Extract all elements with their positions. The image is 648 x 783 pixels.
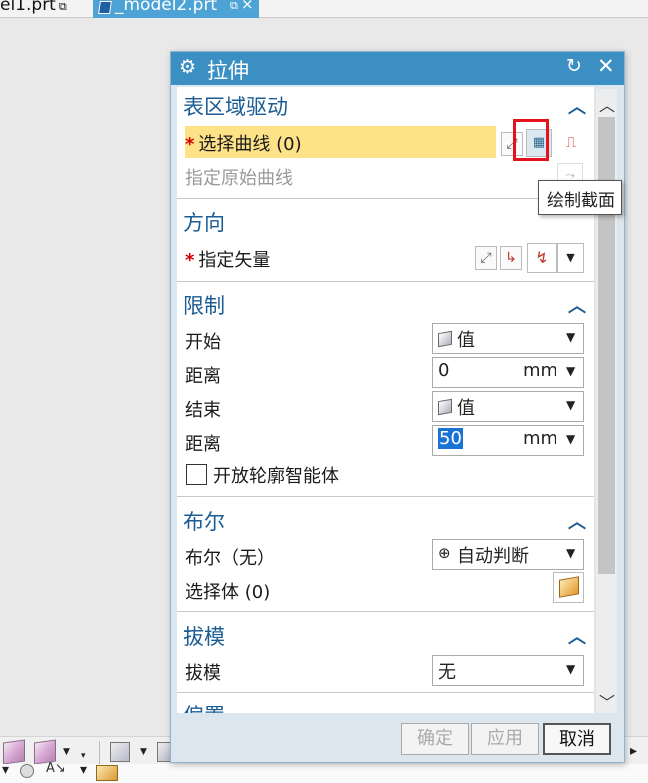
chevron-down-icon: ▼	[566, 398, 576, 412]
scroll-up-icon[interactable]: ︿	[599, 92, 615, 116]
chevron-down-icon: ▼	[566, 662, 576, 676]
tab-model2-label: _model2.prt	[115, 0, 218, 15]
distance1-input[interactable]: 0 mm ▼	[432, 357, 584, 388]
toolbar-divider	[99, 741, 100, 765]
collapse-icon[interactable]: ︿	[568, 93, 586, 119]
section-title-direction[interactable]: 方向	[183, 207, 225, 237]
end-value: 值	[457, 398, 475, 419]
collapse-icon[interactable]: ︿	[568, 623, 586, 649]
distance1-label: 距离	[185, 366, 221, 387]
section-draft: 拔模 ︿ 拔模 无 ▼	[177, 613, 594, 693]
gear-icon[interactable]: ⚙	[179, 56, 196, 78]
section-title-limits[interactable]: 限制	[183, 290, 225, 320]
end-label: 结束	[185, 400, 221, 421]
file-tab-strip: el1.prt ⧉ _model2.prt ⧉ ×	[0, 0, 648, 18]
boolean-label: 布尔（无）	[185, 548, 275, 569]
feature-icon[interactable]	[96, 765, 118, 781]
select-body-label[interactable]: 选择体 (0)	[185, 578, 270, 604]
reset-icon[interactable]: ↻	[566, 55, 582, 77]
shaded-view-icon[interactable]	[3, 739, 25, 765]
inferred-vector-icon[interactable]: ↯	[527, 243, 557, 273]
part-file-icon	[98, 1, 112, 14]
required-star-icon: *	[185, 134, 195, 155]
chevron-down-icon: ▼	[566, 330, 576, 344]
ok-button[interactable]: 确定	[401, 723, 469, 755]
section-boolean: 布尔 ︿ 布尔（无） ⊕ 自动判断 ▼ 选择体 (0)	[177, 498, 594, 612]
section-title-offset[interactable]: 偏置	[183, 700, 225, 713]
open-profile-checkbox[interactable]	[186, 464, 207, 485]
distance2-value[interactable]: 50	[438, 428, 463, 449]
dropdown-arrow-icon[interactable]: ▼	[140, 747, 147, 757]
dropdown-arrow-icon[interactable]: ▾	[80, 762, 87, 778]
popout-icon[interactable]: ⧉	[230, 0, 238, 13]
boolean-dropdown[interactable]: ⊕ 自动判断 ▼	[432, 539, 584, 570]
collapse-icon[interactable]: ︿	[568, 292, 586, 318]
auto-infer-icon: ⊕	[438, 544, 451, 562]
chevron-down-icon[interactable]: ▼	[566, 432, 575, 446]
tool-icon[interactable]: ▾	[2, 762, 9, 778]
tab-model1[interactable]: el1.prt ⧉	[0, 0, 71, 17]
close-icon[interactable]: ✕	[597, 54, 615, 78]
section-title-boolean[interactable]: 布尔	[183, 506, 225, 536]
solid-body-icon	[558, 576, 579, 598]
section-title-draft[interactable]: 拔模	[183, 621, 225, 651]
section-offset: 偏置 ︿	[177, 694, 594, 713]
cancel-button[interactable]: 取消	[543, 723, 611, 755]
draft-dropdown[interactable]: 无 ▼	[432, 655, 584, 686]
boolean-value: 自动判断	[457, 546, 529, 567]
value-cube-icon	[438, 398, 452, 416]
popout-icon[interactable]: ⧉	[59, 0, 67, 13]
dialog-body: 表区域驱动 ︿ * 选择曲线 (0) ⤢ ▦ ⎍ 指定原始曲线 ⤳ 方向 * 指定矢…	[177, 87, 594, 713]
distance1-unit: mm	[523, 360, 556, 381]
curve-icon[interactable]: ⎍	[557, 129, 585, 157]
section-title-drive[interactable]: 表区域驱动	[183, 91, 288, 121]
reverse-direction-icon[interactable]: ⤢	[475, 246, 497, 270]
end-dropdown[interactable]: 值 ▼	[432, 391, 584, 422]
specify-vector-text: 指定矢量	[198, 250, 271, 271]
chevron-down-icon[interactable]: ▼	[566, 364, 575, 378]
scroll-down-icon[interactable]: ﹀	[599, 689, 615, 713]
highlight-callout-box	[513, 119, 549, 161]
collapse-icon[interactable]: ︿	[568, 508, 586, 534]
tab-model2[interactable]: _model2.prt ⧉ ×	[93, 0, 259, 18]
view-orient-icon[interactable]	[110, 742, 130, 762]
draft-value: 无	[438, 662, 456, 683]
collapse-icon[interactable]: ︿	[568, 702, 586, 713]
specify-vector-label[interactable]: * 指定矢量	[185, 246, 270, 272]
layer-icon[interactable]	[157, 742, 171, 762]
bottom-toolbar-row2: ▾ A↘ ▾	[0, 761, 648, 783]
vector-dropdown-icon[interactable]: ▼	[557, 243, 584, 273]
start-value: 值	[457, 330, 475, 351]
specify-origin-curve: 指定原始曲线	[185, 168, 293, 189]
text-tool-icon[interactable]: A↘	[46, 761, 66, 776]
chevron-down-icon: ▼	[566, 546, 576, 560]
vector-dialog-icon[interactable]: ↳	[500, 246, 522, 270]
apply-button[interactable]: 应用	[471, 723, 539, 755]
section-limits: 限制 ︿ 开始 值 ▼ 距离 0 mm ▼ 结束 值 ▼ 距离 50 mm ▼ …	[177, 283, 594, 497]
dropdown-arrow-icon[interactable]: ▾	[81, 751, 86, 761]
dropdown-arrow-icon[interactable]: ▼	[63, 747, 70, 757]
sphere-icon[interactable]	[20, 764, 34, 778]
close-tab-icon[interactable]: ×	[241, 0, 254, 13]
dialog-title-bar: ⚙ 拉伸 ↻ ✕	[171, 52, 624, 85]
start-label: 开始	[185, 332, 221, 353]
distance1-value[interactable]: 0	[438, 360, 449, 381]
draft-label: 拔模	[185, 663, 221, 684]
select-body-button[interactable]	[553, 572, 584, 603]
start-dropdown[interactable]: 值 ▼	[432, 323, 584, 354]
extrude-dialog: ⚙ 拉伸 ↻ ✕ 表区域驱动 ︿ * 选择曲线 (0) ⤢ ▦ ⎍ 指定原始曲线 …	[170, 51, 625, 763]
value-cube-icon	[438, 330, 452, 348]
tab-model1-label: el1.prt	[0, 0, 56, 15]
dialog-title: 拉伸	[207, 59, 249, 83]
distance2-unit: mm	[523, 428, 556, 449]
required-star-icon: *	[185, 250, 195, 271]
toolbar-overflow-icon[interactable]: ▸	[630, 743, 637, 759]
distance2-input[interactable]: 50 mm ▼	[432, 425, 584, 456]
open-profile-label[interactable]: 开放轮廓智能体	[213, 462, 339, 488]
distance2-label: 距离	[185, 434, 221, 455]
sketch-section-tooltip: 绘制截面	[538, 180, 622, 215]
select-curve-label[interactable]: * 选择曲线 (0)	[185, 130, 302, 156]
select-curve-text: 选择曲线 (0)	[198, 134, 302, 155]
section-direction: 方向 * 指定矢量 ⤢ ↳ ↯ ▼	[177, 200, 594, 282]
